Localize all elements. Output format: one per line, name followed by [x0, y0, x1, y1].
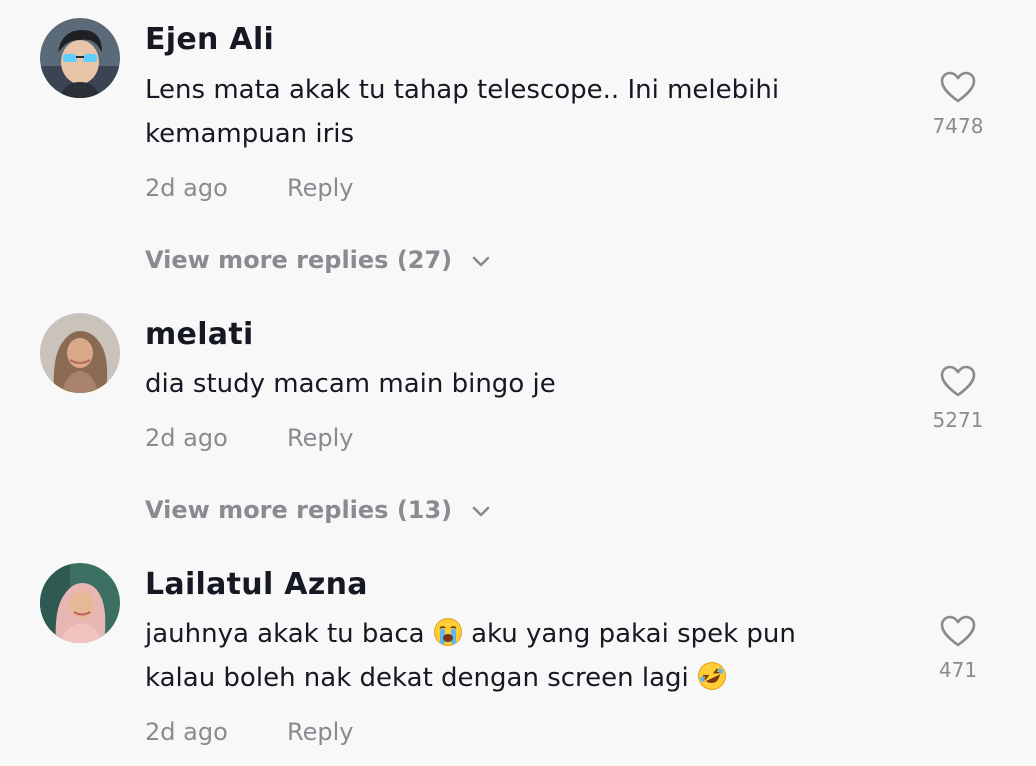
avatar[interactable]: [40, 563, 120, 643]
comment-text: dia study macam main bingo je: [145, 369, 556, 399]
like-button[interactable]: 7478: [930, 70, 986, 138]
comment-text: Lens mata akak tu tahap telescope.. Ini …: [145, 75, 780, 149]
like-button[interactable]: 471: [930, 614, 986, 682]
heart-icon: [940, 71, 976, 103]
reply-button[interactable]: Reply: [287, 424, 353, 452]
like-count: 471: [938, 658, 978, 682]
reply-button[interactable]: Reply: [287, 718, 353, 746]
like-count: 7478: [932, 114, 984, 138]
reply-button[interactable]: Reply: [287, 174, 353, 202]
view-more-replies-label: View more replies (27): [145, 246, 453, 274]
comment-text-part: jauhnya akak tu baca: [145, 619, 425, 649]
comment-timestamp: 2d ago: [145, 174, 228, 202]
like-button[interactable]: 5271: [930, 364, 986, 432]
chevron-down-icon: [472, 256, 489, 267]
heart-icon: [940, 365, 976, 397]
username[interactable]: melati: [145, 317, 254, 352]
avatar[interactable]: [40, 313, 120, 393]
comment-text: jauhnya akak tu baca aku yang pakai spek…: [145, 612, 865, 700]
view-more-replies[interactable]: View more replies (27): [145, 246, 491, 274]
like-count: 5271: [932, 408, 984, 432]
view-more-replies[interactable]: View more replies (13): [145, 496, 491, 524]
avatar[interactable]: [40, 18, 120, 98]
comment-timestamp: 2d ago: [145, 718, 228, 746]
chevron-down-icon: [472, 506, 489, 517]
view-more-replies-label: View more replies (13): [145, 496, 453, 524]
loudly-crying-face-icon: [433, 617, 463, 647]
rolling-on-the-floor-laughing-icon: [697, 661, 727, 691]
username[interactable]: Ejen Ali: [145, 22, 274, 57]
username[interactable]: Lailatul Azna: [145, 567, 368, 602]
comment-timestamp: 2d ago: [145, 424, 228, 452]
heart-icon: [940, 615, 976, 647]
